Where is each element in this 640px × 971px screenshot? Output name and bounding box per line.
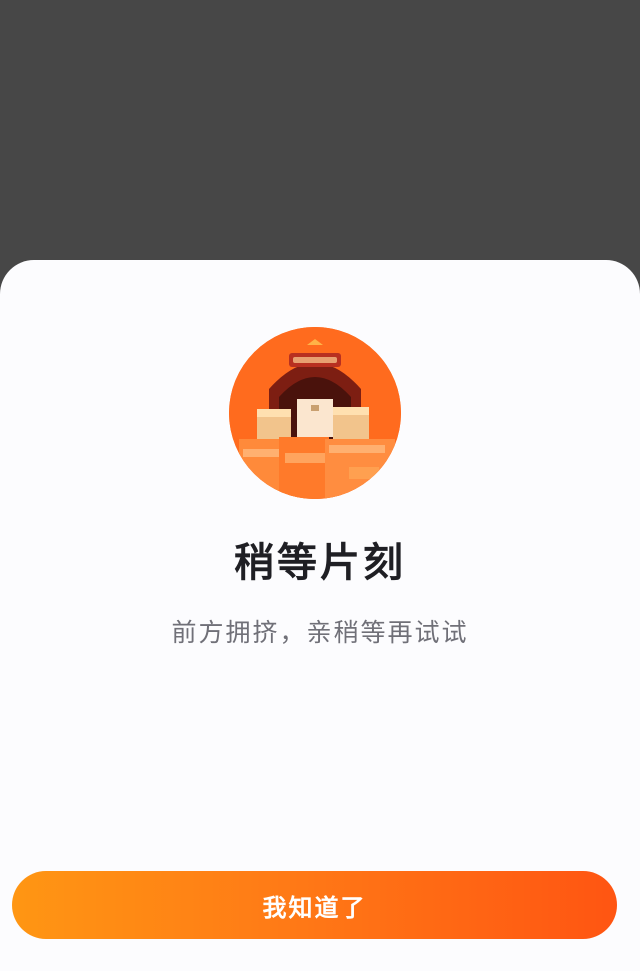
dialog-title: 稍等片刻 [234, 540, 406, 586]
dialog-message: 前方拥挤，亲稍等再试试 [171, 618, 469, 647]
got-it-button[interactable]: 我知道了 [12, 871, 617, 939]
warehouse-boxes-illustration [229, 327, 401, 499]
warehouse-boxes-image [229, 327, 401, 499]
busy-dialog: 稍等片刻 前方拥挤，亲稍等再试试 我知道了 [0, 260, 640, 971]
